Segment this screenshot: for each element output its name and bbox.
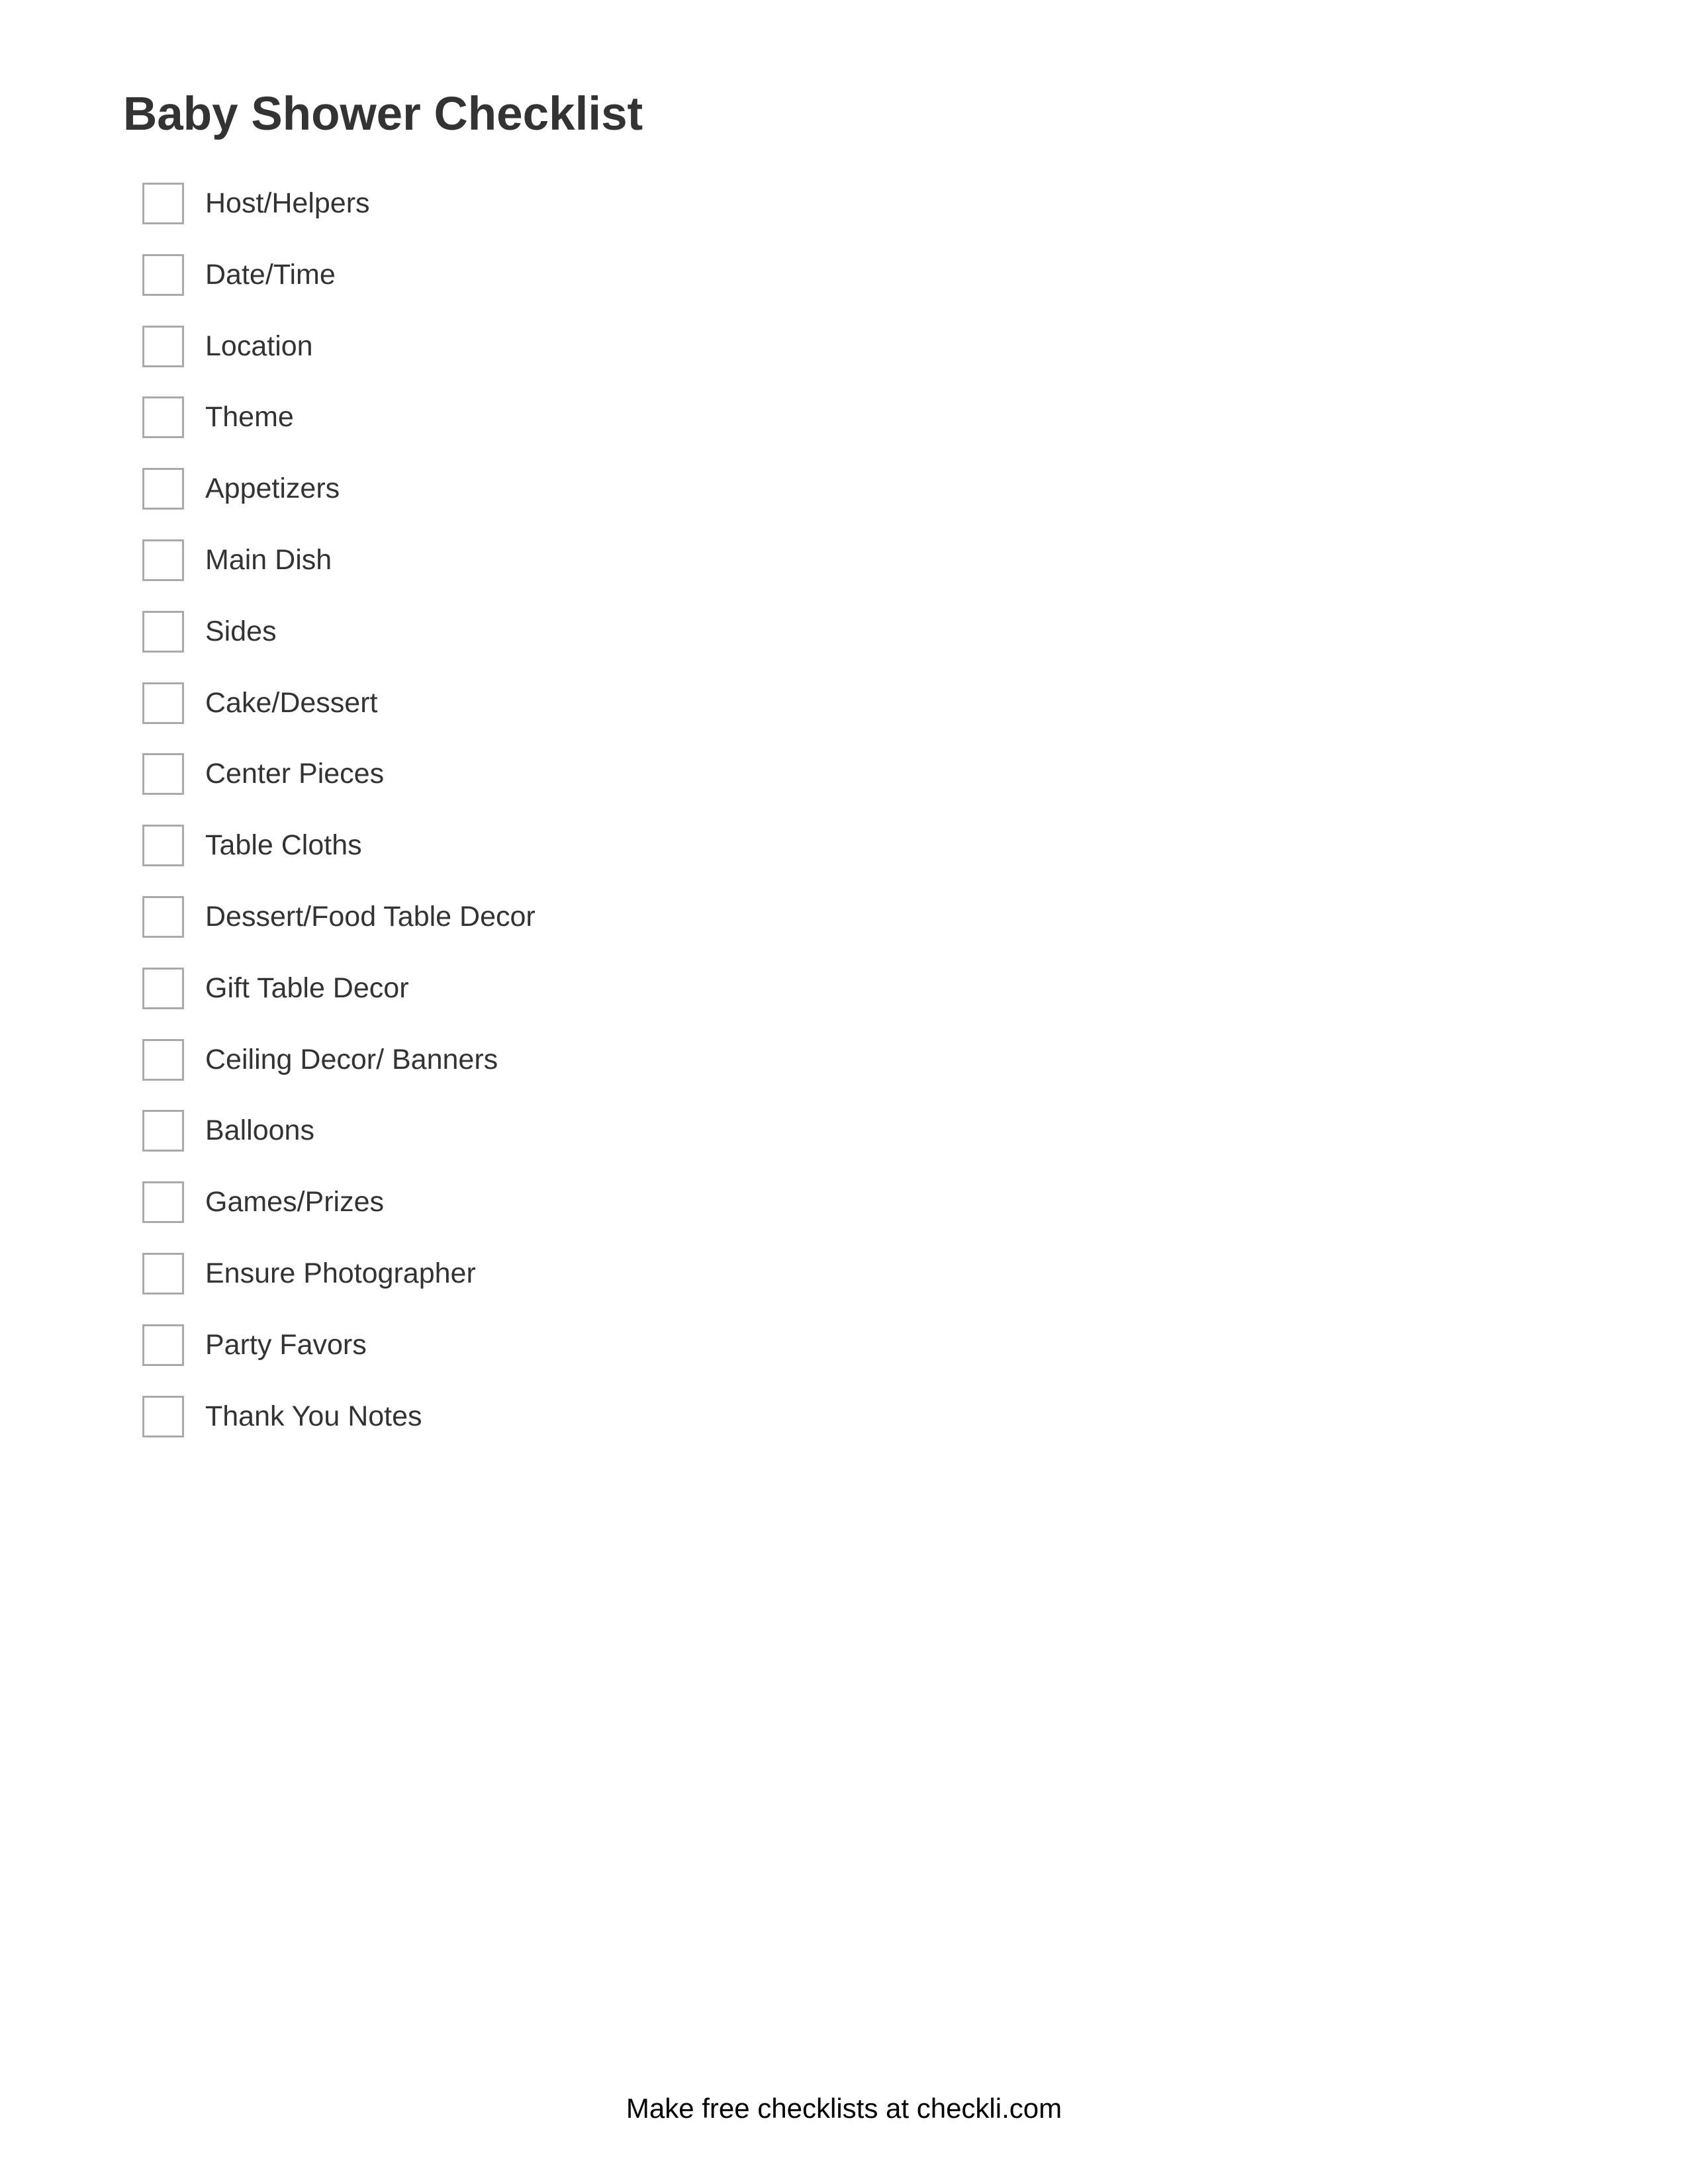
checkbox[interactable] [142,682,184,724]
footer-credit: Make free checklists at checkli.com [626,2093,1062,2124]
checklist-item-label: Balloons [205,1115,314,1147]
checkbox[interactable] [142,253,184,296]
checklist-item-label: Main Dish [205,543,332,576]
checklist-item-label: Date/Time [205,258,336,291]
checkbox[interactable] [142,825,184,867]
checklist-item: Gift Table Decor [142,967,536,1039]
checkbox[interactable] [142,325,184,367]
page-title: Baby Shower Checklist [123,88,643,140]
checklist-item-label: Party Favors [205,1328,367,1361]
checkbox[interactable] [142,1324,184,1366]
checklist-item: Center Pieces [142,753,536,825]
checkbox[interactable] [142,1252,184,1295]
checklist: Host/Helpers Date/Time Location Theme Ap… [142,183,536,1467]
checklist-item-label: Games/Prizes [205,1186,385,1218]
checklist-item: Table Cloths [142,825,536,896]
checklist-item: Thank You Notes [142,1395,536,1467]
checklist-item: Date/Time [142,253,536,326]
checklist-item: Location [142,325,536,397]
checklist-item-label: Appetizers [205,473,340,505]
checkbox[interactable] [142,1110,184,1152]
checklist-item: Ensure Photographer [142,1252,536,1324]
checklist-item: Ceiling Decor/ Banners [142,1038,536,1111]
checklist-item: Games/Prizes [142,1181,536,1253]
checklist-item-label: Location [205,330,313,362]
checklist-item-label: Table Cloths [205,829,362,862]
checklist-item: Dessert/Food Table Decor [142,895,536,968]
checklist-item-label: Theme [205,401,294,433]
checkbox[interactable] [142,1038,184,1081]
checklist-item: Party Favors [142,1324,536,1396]
checklist-item: Appetizers [142,468,536,539]
checklist-item-label: Center Pieces [205,758,385,790]
checklist-item: Host/Helpers [142,183,536,254]
checklist-item-label: Cake/Dessert [205,686,378,719]
checklist-item-label: Sides [205,615,277,647]
checklist-item-label: Dessert/Food Table Decor [205,900,536,933]
checklist-item: Sides [142,610,536,682]
checkbox[interactable] [142,396,184,439]
checklist-item-label: Host/Helpers [205,187,370,219]
checklist-item: Theme [142,396,536,468]
checklist-item-label: Ceiling Decor/ Banners [205,1043,498,1075]
checklist-item-label: Thank You Notes [205,1400,422,1432]
checkbox[interactable] [142,753,184,796]
checkbox[interactable] [142,183,184,224]
checklist-item-label: Ensure Photographer [205,1257,476,1289]
checklist-item: Balloons [142,1110,536,1181]
checkbox[interactable] [142,610,184,653]
checklist-item: Cake/Dessert [142,682,536,754]
checkbox[interactable] [142,1181,184,1224]
checkbox[interactable] [142,967,184,1009]
checklist-item: Main Dish [142,539,536,611]
checkbox[interactable] [142,1395,184,1437]
checklist-item-label: Gift Table Decor [205,972,409,1004]
checkbox[interactable] [142,539,184,581]
checkbox[interactable] [142,468,184,510]
checkbox[interactable] [142,895,184,938]
